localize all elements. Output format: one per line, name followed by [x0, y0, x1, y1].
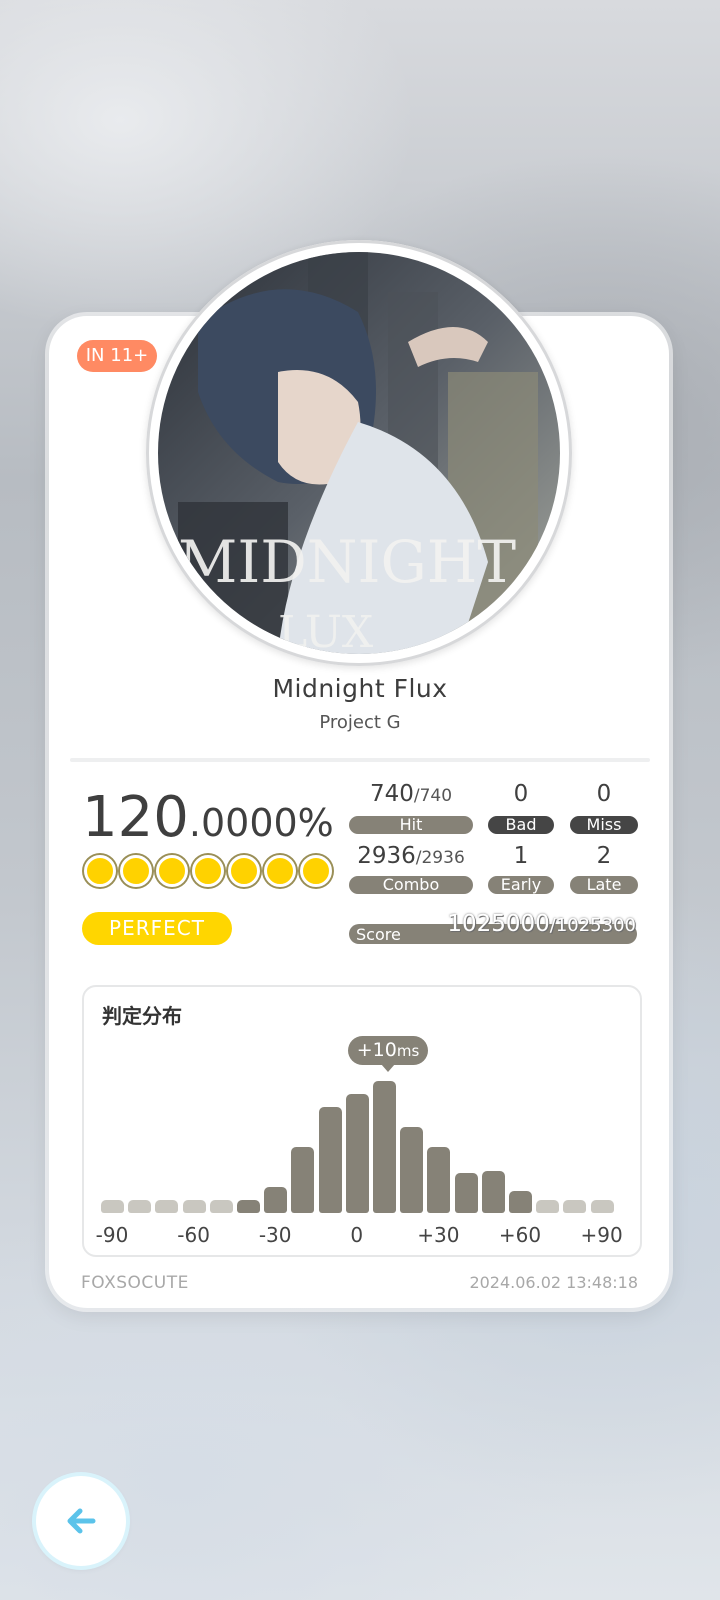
play-timestamp: 2024.06.02 13:48:18: [469, 1273, 638, 1292]
player-name: FOXSOCUTE: [81, 1273, 189, 1293]
distribution-bar: [454, 1173, 478, 1213]
distribution-bar: [291, 1147, 315, 1213]
arrow-left-icon: [67, 1508, 96, 1534]
judgement-indicator-dot: [120, 855, 152, 887]
accuracy-decimal: .0000%: [188, 801, 334, 845]
cover-title-text: MIDNIGHT: [178, 528, 516, 596]
early-label: Early: [488, 876, 554, 894]
score-value: 1025000/1025300: [447, 911, 636, 937]
early-value: 1: [513, 843, 529, 869]
distribution-bar: [318, 1107, 342, 1213]
distribution-bar: [427, 1147, 451, 1213]
back-button[interactable]: [36, 1476, 126, 1566]
distribution-axis-label: +60: [498, 1223, 542, 1247]
distribution-bar: [264, 1186, 288, 1213]
score-current: 1025000: [447, 911, 550, 937]
combo-value: 2936: [357, 843, 416, 869]
distribution-bar: [373, 1081, 396, 1213]
distribution-axis-label: +30: [417, 1223, 460, 1247]
song-cover-art: MIDNIGHT LUX: [158, 252, 560, 654]
score-label: Score: [356, 925, 401, 944]
judgement-indicator-dot: [264, 855, 296, 887]
distribution-bar: [182, 1200, 206, 1213]
judgement-indicator-dot: [84, 855, 116, 887]
level-badge: IN 11+: [77, 340, 157, 372]
distribution-bar: [155, 1200, 179, 1213]
judgement-indicator-dot: [156, 855, 188, 887]
accuracy: 120.0000%: [82, 785, 334, 850]
combo-stat: 2936/2936: [348, 843, 474, 869]
bad-label: Bad: [488, 816, 554, 834]
judgement-indicator-dot: [192, 855, 224, 887]
distribution-axis-label: -90: [95, 1223, 129, 1247]
late-label: Late: [570, 876, 638, 894]
miss-value: 0: [596, 781, 612, 807]
offset-value: +10: [356, 1039, 397, 1061]
distribution-title: 判定分布: [102, 1004, 182, 1028]
combo-label: Combo: [349, 876, 473, 894]
miss-label: Miss: [570, 816, 638, 834]
tooltip-pointer: [381, 1064, 395, 1072]
distribution-bar: [128, 1200, 152, 1213]
distribution-bar: [563, 1200, 587, 1213]
song-title: Midnight Flux: [272, 674, 448, 703]
distribution-bar: [400, 1127, 424, 1213]
hit-value: 740: [369, 781, 414, 807]
score-total: /1025300: [549, 915, 636, 936]
offset-unit: ms: [396, 1042, 420, 1060]
distribution-bar: [536, 1200, 560, 1213]
distribution-axis-label: -30: [258, 1223, 292, 1247]
distribution-bar: [590, 1200, 614, 1213]
bad-value: 0: [513, 781, 529, 807]
grade-badge: PERFECT: [82, 912, 232, 945]
hit-stat: 740/740: [352, 781, 470, 807]
judgement-indicator-dot: [300, 855, 332, 887]
combo-total: /2936: [415, 848, 465, 868]
distribution-bar: [209, 1200, 233, 1213]
distribution-axis-label: +90: [580, 1223, 623, 1247]
distribution-bar: [101, 1200, 124, 1213]
divider: [70, 758, 650, 762]
judgement-indicator-dot: [228, 855, 260, 887]
distribution-bar: [345, 1094, 369, 1213]
hit-total: /740: [413, 786, 453, 806]
distribution-bar: [237, 1199, 260, 1213]
distribution-axis-label: -60: [177, 1223, 210, 1247]
song-artist: Project G: [319, 712, 401, 733]
offset-tooltip: +10ms: [348, 1036, 428, 1065]
accuracy-integer: 120: [82, 785, 189, 850]
distribution-bar: [509, 1190, 532, 1213]
distribution-bar: [481, 1170, 505, 1213]
hit-label: Hit: [349, 816, 473, 834]
late-value: 2: [596, 843, 612, 869]
distribution-axis-label: 0: [350, 1223, 364, 1247]
